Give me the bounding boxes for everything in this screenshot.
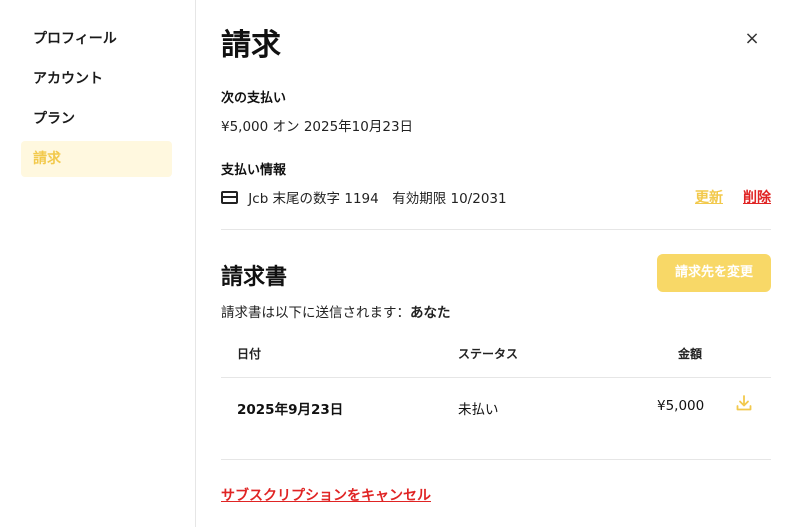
invoices-title: 請求書 bbox=[221, 265, 288, 290]
change-billing-recipient-button[interactable]: 請求先を変更 bbox=[657, 254, 771, 292]
payment-card-row: Jcb 末尾の数字 1194 有効期限 10/2031 bbox=[221, 187, 507, 207]
cancel-subscription-link[interactable]: サブスクリプションをキャンセル bbox=[221, 485, 431, 505]
sidebar-item-plan[interactable]: プラン bbox=[21, 101, 172, 137]
close-icon[interactable]: × bbox=[740, 27, 764, 51]
sidebar-item-profile[interactable]: プロフィール bbox=[21, 21, 172, 57]
update-payment-link[interactable]: 更新 bbox=[695, 187, 723, 207]
column-header-status: ステータス bbox=[458, 347, 519, 361]
table-bottom-divider bbox=[221, 459, 771, 460]
credit-card-icon bbox=[221, 191, 238, 204]
invoice-status: 未払い bbox=[458, 402, 499, 418]
invoice-recipient-prefix: 請求書は以下に送信されます： bbox=[221, 305, 410, 321]
column-header-date: 日付 bbox=[237, 347, 262, 361]
column-header-amount: 金額 bbox=[678, 347, 703, 361]
invoice-amount: ¥5,000 bbox=[657, 398, 705, 414]
invoice-recipient-name: あなた bbox=[410, 305, 451, 321]
divider bbox=[221, 229, 771, 230]
download-icon[interactable] bbox=[735, 394, 753, 412]
invoice-recipient-line: 請求書は以下に送信されます：あなた bbox=[221, 301, 451, 321]
sidebar-item-account[interactable]: アカウント bbox=[21, 61, 172, 97]
delete-payment-link[interactable]: 削除 bbox=[743, 187, 771, 207]
next-payment-text: ¥5,000 オン 2025年10月23日 bbox=[221, 119, 414, 135]
table-header-divider bbox=[221, 377, 771, 378]
sidebar-item-billing[interactable]: 請求 bbox=[21, 141, 172, 177]
invoice-date: 2025年9月23日 bbox=[237, 402, 344, 418]
payment-info-heading: 支払い情報 bbox=[221, 163, 287, 178]
billing-panel: 請求 × 次の支払い ¥5,000 オン 2025年10月23日 支払い情報 J… bbox=[221, 0, 771, 527]
page-title: 請求 bbox=[221, 28, 281, 63]
card-details: Jcb 末尾の数字 1194 有効期限 10/2031 bbox=[248, 191, 507, 207]
next-payment-heading: 次の支払い bbox=[221, 91, 287, 106]
settings-sidebar: プロフィール アカウント プラン 請求 bbox=[0, 0, 196, 527]
